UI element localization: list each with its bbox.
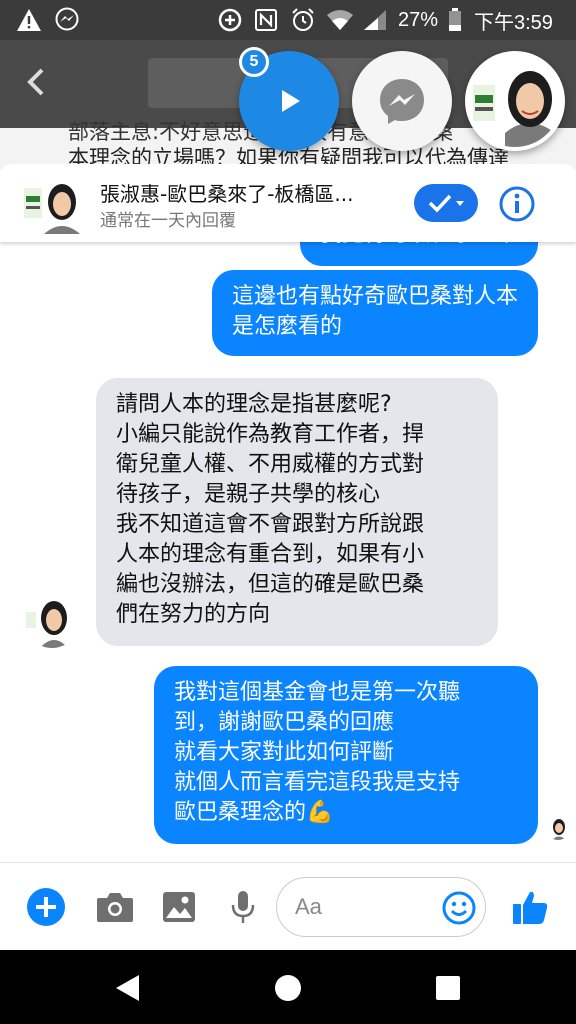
nav-home-button[interactable]	[268, 968, 308, 1008]
gallery-button[interactable]	[157, 885, 201, 929]
voice-button[interactable]	[221, 885, 265, 929]
nav-recents-button[interactable]	[428, 968, 468, 1008]
chat-window: 我覺得可以表示一下 這邊也有點好奇歐巴桑對人本 是怎麼看的 請問人本的理念是指甚…	[0, 164, 576, 950]
plus-icon	[27, 888, 65, 926]
chat-head-messenger[interactable]	[352, 51, 452, 151]
info-icon	[499, 186, 535, 222]
emoji-icon[interactable]	[441, 890, 477, 926]
message-bubble-outgoing[interactable]: 我對這個基金會也是第一次聽 到，謝謝歐巴桑的回應 就看大家對此如何評斷 就個人而…	[154, 666, 538, 844]
status-bar: 27% 下午3:59	[0, 0, 576, 40]
nav-back-button[interactable]	[108, 968, 148, 1008]
navigation-bar	[0, 950, 576, 1024]
camera-button[interactable]	[93, 885, 137, 929]
add-button[interactable]	[24, 885, 68, 929]
signal-icon	[362, 0, 388, 40]
home-circle-icon	[275, 975, 301, 1001]
message-composer: Aa	[0, 862, 576, 950]
warning-icon	[16, 0, 42, 40]
battery-icon	[448, 0, 462, 40]
back-triangle-icon	[116, 975, 139, 1001]
battery-text: 27%	[398, 8, 439, 31]
play-icon	[282, 90, 300, 112]
messenger-icon	[380, 79, 424, 124]
message-input[interactable]: Aa	[276, 877, 486, 937]
camera-icon	[97, 893, 133, 922]
chat-header: 張淑惠-歐巴桑來了-板橋區... 通常在一天內回覆	[0, 164, 576, 242]
read-receipt-avatar	[546, 816, 570, 840]
message-bubble-incoming[interactable]: 請問人本的理念是指甚麼呢? 小編只能說作為教育工作者，捍 衛兒童人權、不用威權的…	[96, 378, 498, 646]
data-saver-icon	[218, 0, 242, 40]
gallery-icon	[163, 892, 195, 922]
alarm-icon	[290, 0, 316, 40]
nfc-icon	[254, 0, 278, 40]
checkmark-icon	[428, 194, 464, 213]
wifi-icon	[326, 0, 354, 40]
chat-response-time: 通常在一天內回覆	[100, 211, 236, 231]
page-avatar[interactable]	[22, 176, 82, 234]
chat-head-profile-avatar[interactable]	[465, 51, 565, 151]
profile-avatar	[469, 55, 561, 147]
info-button[interactable]	[498, 185, 536, 223]
clock-text: 下午3:59	[474, 11, 553, 34]
like-button[interactable]	[508, 885, 552, 929]
mic-icon	[231, 891, 255, 923]
chat-head-badge: 5	[239, 47, 269, 77]
message-bubble-outgoing[interactable]: 這邊也有點好奇歐巴桑對人本 是怎麼看的	[211, 270, 538, 356]
message-list[interactable]: 我覺得可以表示一下 這邊也有點好奇歐巴桑對人本 是怎麼看的 請問人本的理念是指甚…	[0, 164, 576, 950]
thumbs-up-icon	[513, 891, 548, 924]
sender-avatar[interactable]	[24, 592, 80, 648]
messenger-icon	[54, 0, 80, 40]
mark-done-button[interactable]	[414, 184, 478, 222]
back-arrow-icon[interactable]	[18, 62, 58, 102]
recents-square-icon	[436, 976, 460, 1000]
chat-title[interactable]: 張淑惠-歐巴桑來了-板橋區...	[100, 178, 354, 207]
message-input-placeholder: Aa	[295, 894, 322, 919]
